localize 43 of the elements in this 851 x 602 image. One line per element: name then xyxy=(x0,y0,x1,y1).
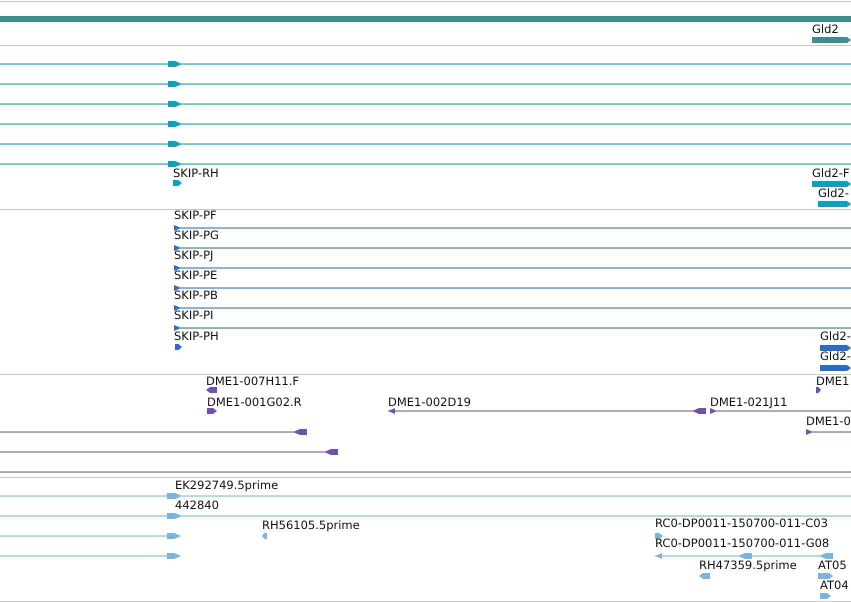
feature-label: SKIP-PE xyxy=(174,268,218,282)
feature-label: SKIP-PJ xyxy=(174,248,214,262)
feature-label: RC0-DP0011-150700-011-C03 xyxy=(655,516,828,530)
feature-block[interactable] xyxy=(820,345,851,351)
feature-line[interactable] xyxy=(388,408,706,414)
feature-label: EK292749.5prime xyxy=(175,478,278,492)
feature-label: AT05 xyxy=(818,558,847,572)
feature-block[interactable] xyxy=(655,533,663,539)
feature-block[interactable] xyxy=(820,365,851,371)
feature-line[interactable] xyxy=(174,225,851,231)
feature-label: SKIP-PI xyxy=(174,308,214,322)
feature-line[interactable] xyxy=(174,265,851,271)
feature-label: 442840 xyxy=(175,498,219,512)
feature-line[interactable] xyxy=(806,429,851,435)
feature-label: DME1 xyxy=(816,374,850,388)
feature-line[interactable] xyxy=(174,325,851,331)
feature-line[interactable] xyxy=(174,285,851,291)
feature-label: SKIP-PH xyxy=(174,329,219,343)
feature-label: DME1-007H11.F xyxy=(206,374,300,388)
feature-label: AT04 xyxy=(820,578,849,592)
feature-label: DME1-0 xyxy=(806,414,851,428)
feature-label: SKIP-PG xyxy=(174,228,219,242)
feature-label: Gld2 xyxy=(812,22,839,36)
feature-label: SKIP-PF xyxy=(174,208,217,222)
feature-block[interactable] xyxy=(175,344,182,350)
feature-line[interactable] xyxy=(174,305,851,311)
feature-block[interactable] xyxy=(206,387,217,393)
feature-label: RH47359.5prime xyxy=(699,558,797,572)
feature-label: DME1-021J11 xyxy=(710,395,788,409)
feature-label: DME1-001G02.R xyxy=(207,395,302,409)
feature-label: Gld2- xyxy=(820,329,851,343)
feature-label: SKIP-PB xyxy=(174,288,218,302)
feature-line[interactable] xyxy=(710,408,851,414)
feature-label: RH56105.5prime xyxy=(262,518,360,532)
feature-label: RC0-DP0011-150700-011-G08 xyxy=(655,536,830,550)
feature-block[interactable] xyxy=(207,408,217,414)
feature-label: Gld2- xyxy=(820,349,851,363)
feature-block[interactable] xyxy=(816,387,821,393)
feature-label: SKIP-RH xyxy=(173,166,219,180)
feature-line[interactable] xyxy=(174,245,851,251)
feature-label: DME1-002D19 xyxy=(388,395,471,409)
feature-label: Gld2-F xyxy=(812,166,850,180)
feature-label: Gld2- xyxy=(818,186,849,200)
